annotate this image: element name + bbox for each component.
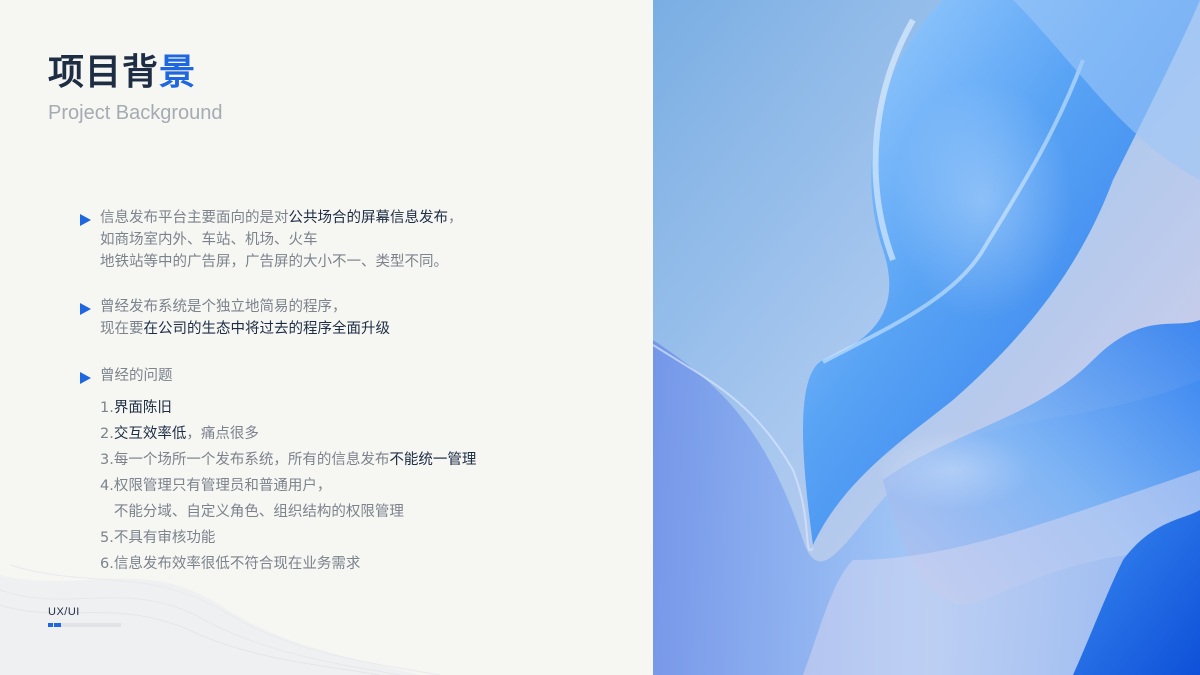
- blue-silk-abstract-image: [653, 0, 1200, 675]
- page-title-accent: 景: [159, 52, 197, 93]
- footer-label: UX/UI: [48, 606, 80, 618]
- triangle-icon: [80, 372, 91, 384]
- bullet-problems: 曾经的问题 1.界面陈旧 2.交互效率低，痛点很多 3.每一个场所一个发布系统，…: [80, 366, 620, 576]
- progress-fill: [54, 623, 61, 627]
- problems-heading: 曾经的问题: [100, 368, 173, 384]
- problem-item: 4.权限管理只有管理员和普通用户，: [100, 478, 332, 494]
- bullet-2-line-2: 现在要在公司的生态中将过去的程序全面升级: [100, 321, 390, 337]
- triangle-icon: [80, 303, 91, 315]
- problem-item: 5.不具有审核功能: [100, 530, 216, 546]
- bullet-public-screens: 信息发布平台主要面向的是对公共场合的屏幕信息发布， 如商场室内外、车站、机场、火…: [80, 208, 620, 274]
- bullet-1-line-3: 地铁站等中的广告屏，广告屏的大小不一、类型不同。: [100, 254, 448, 270]
- problem-item: 2.交互效率低，痛点很多: [100, 426, 259, 442]
- bullet-2-line-1: 曾经发布系统是个独立地简易的程序，: [100, 299, 347, 315]
- page-progress-bar: [48, 623, 121, 627]
- problem-item: 1.界面陈旧: [100, 400, 172, 416]
- bullet-upgrade: 曾经发布系统是个独立地简易的程序， 现在要在公司的生态中将过去的程序全面升级: [80, 297, 620, 341]
- triangle-icon: [80, 214, 91, 226]
- problem-item: 不能分域、自定义角色、组织结构的权限管理: [100, 504, 404, 520]
- bullet-1-line-1: 信息发布平台主要面向的是对公共场合的屏幕信息发布，: [100, 210, 463, 226]
- page-title: 项目背景: [48, 52, 197, 93]
- content-panel: 项目背景 Project Background 信息发布平台主要面向的是对公共场…: [0, 0, 653, 675]
- bullet-1-line-2: 如商场室内外、车站、机场、火车: [100, 232, 318, 248]
- problem-item: 6.信息发布效率很低不符合现在业务需求: [100, 556, 361, 572]
- page-subtitle: Project Background: [48, 102, 223, 124]
- progress-fill: [48, 623, 53, 627]
- problem-item: 3.每一个场所一个发布系统，所有的信息发布不能统一管理: [100, 452, 477, 468]
